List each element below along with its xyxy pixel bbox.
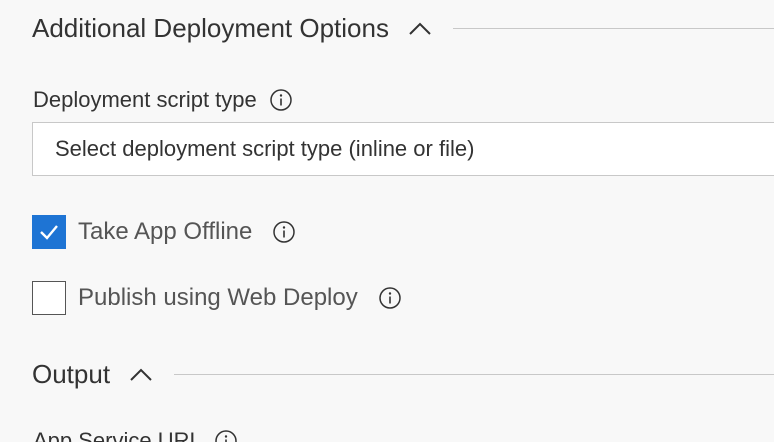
section-divider <box>452 27 774 29</box>
section-title: Output <box>32 359 111 389</box>
chevron-up-icon[interactable] <box>130 367 152 381</box>
chevron-up-icon[interactable] <box>409 21 431 35</box>
take-app-offline-label[interactable]: Take App Offline <box>78 218 252 246</box>
checkmark-icon <box>40 225 58 240</box>
field-label-app-service-url: App Service URL <box>33 428 238 442</box>
section-header-additional-deployment-options[interactable]: Additional Deployment Options <box>32 8 774 48</box>
deployment-script-type-select[interactable]: Select deployment script type (inline or… <box>32 122 774 176</box>
select-placeholder: Select deployment script type (inline or… <box>55 136 475 161</box>
section-header-output[interactable]: Output <box>32 354 774 394</box>
field-label-deployment-script-type: Deployment script type <box>33 86 293 114</box>
section-divider <box>174 373 774 375</box>
info-icon[interactable] <box>272 220 296 244</box>
info-icon[interactable] <box>378 286 402 310</box>
info-icon[interactable] <box>269 88 293 112</box>
publish-web-deploy-row: Publish using Web Deploy <box>32 281 402 315</box>
publish-web-deploy-label[interactable]: Publish using Web Deploy <box>78 284 358 312</box>
take-app-offline-checkbox[interactable] <box>32 215 66 249</box>
field-label-text: App Service URL <box>33 428 202 442</box>
section-title: Additional Deployment Options <box>32 13 389 43</box>
take-app-offline-row: Take App Offline <box>32 215 296 249</box>
info-icon[interactable] <box>214 429 238 442</box>
field-label-text: Deployment script type <box>33 87 257 112</box>
release-task-settings-panel: Additional Deployment Options Deployment… <box>0 0 774 442</box>
publish-web-deploy-checkbox[interactable] <box>32 281 66 315</box>
